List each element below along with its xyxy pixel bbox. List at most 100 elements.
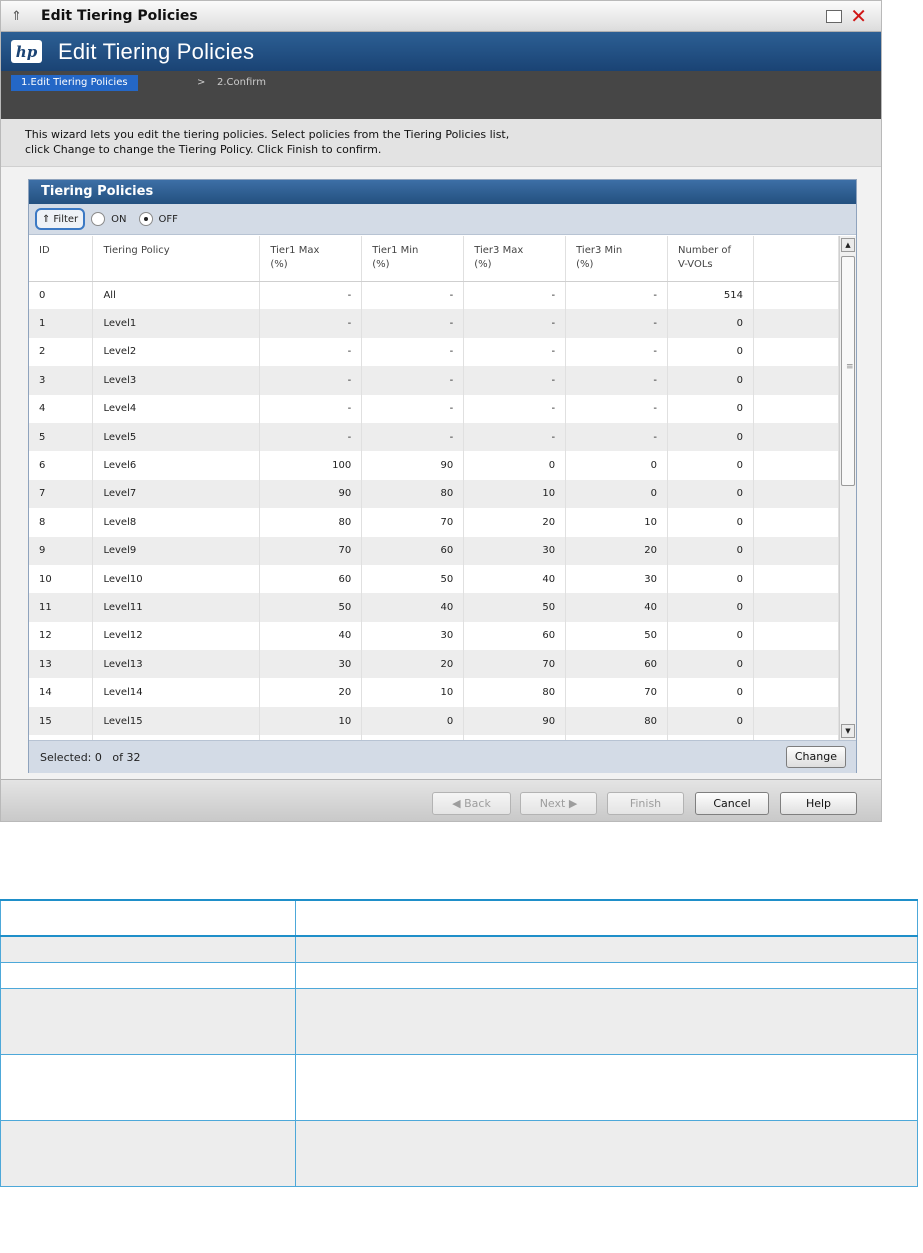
table-row[interactable]: 6 Level6 100 90 0 0 0 <box>29 451 839 480</box>
table-cell <box>753 536 839 565</box>
table-cell: 80 <box>259 508 363 537</box>
finish-button[interactable]: Finish <box>607 792 684 815</box>
table-row[interactable]: 13 Level13 30 20 70 60 0 <box>29 650 839 679</box>
table-cell: 90 <box>463 706 567 736</box>
table-body: 0 All - - - -514 1 Level1- - - -0 2 Level2- - - -0 3 Leve… <box>29 281 839 740</box>
table-cell: 10 <box>259 706 363 736</box>
table-cell: 0 <box>361 706 465 736</box>
table-cell: 100 <box>259 451 363 480</box>
table-cell: Level7 <box>92 479 261 509</box>
table-cell: 70 <box>463 650 567 679</box>
table-cell: 0 <box>667 593 754 622</box>
table-cell: - <box>259 281 363 310</box>
table-cell: 0 <box>667 564 754 594</box>
table-cell: 20 <box>463 508 567 537</box>
selected-label: Selected: <box>40 750 92 764</box>
table-cell: - <box>463 366 567 395</box>
table-cell: 0 <box>667 337 754 367</box>
table-cell: 0 <box>667 706 754 736</box>
table-cell: 70 <box>259 536 363 565</box>
scrollbar-thumb[interactable]: ≡ <box>841 256 855 486</box>
maximize-icon[interactable] <box>826 9 843 23</box>
scroll-up-icon[interactable]: ▲ <box>841 238 855 252</box>
tiering-policies-panel: Tiering Policies ⇑ Filter ON OFF ID Tier… <box>28 179 857 773</box>
table-cell: - <box>565 422 669 452</box>
column-header-id[interactable]: ID <box>29 236 94 282</box>
table-row[interactable]: 2 Level2- - - -0 <box>29 337 839 367</box>
table-cell: - <box>361 309 465 338</box>
total-count: 32 <box>126 750 141 764</box>
vertical-scrollbar[interactable]: ▲ ≡ ▼ <box>839 236 856 740</box>
panel-title: Tiering Policies <box>29 180 856 204</box>
table-row[interactable]: 15 Level15 10 0 90 80 0 <box>29 706 839 736</box>
collapse-icon[interactable]: ⇑ <box>11 9 29 24</box>
table-cell: 11 <box>29 593 94 622</box>
table-cell: 6 <box>29 451 94 480</box>
table-row[interactable]: 8 Level8 80 70 20 10 0 <box>29 508 839 537</box>
wizard-steps: 1.Edit Tiering Policies > 2.Confirm <box>1 71 881 119</box>
table-cell: - <box>259 309 363 338</box>
table-cell: - <box>361 366 465 395</box>
table-cell: - <box>259 422 363 452</box>
table-cell: Level12 <box>92 621 261 651</box>
table-header-row: ID Tiering Policy Tier1 Max (%) Tier1 Min… <box>29 236 839 282</box>
table-row[interactable]: 3 Level3- - - -0 <box>29 366 839 395</box>
filter-off-label: OFF <box>158 213 178 225</box>
table-cell: - <box>361 394 465 423</box>
table-row[interactable]: 1 Level1- - - -0 <box>29 309 839 338</box>
close-icon[interactable]: ✕ <box>850 6 867 26</box>
table-cell: Level9 <box>92 536 261 565</box>
filter-button[interactable]: ⇑ Filter <box>35 208 86 230</box>
table-row[interactable]: 14 Level14 20 10 80 70 0 <box>29 678 839 707</box>
table-row[interactable]: 0 All - - - -514 <box>29 281 839 310</box>
table-row[interactable]: 9 Level9 70 60 30 20 0 <box>29 536 839 565</box>
table-row[interactable]: 11 Level11 50 40 50 40 0 <box>29 593 839 622</box>
column-header-tier1-max[interactable]: Tier1 Max (%) <box>259 236 363 282</box>
table-cell: - <box>565 281 669 310</box>
table-row[interactable]: 10 Level10 60 50 40 30 0 <box>29 564 839 594</box>
help-button[interactable]: Help <box>780 792 857 815</box>
table-cell: 8 <box>29 508 94 537</box>
filter-on-radio[interactable] <box>91 212 106 226</box>
table-cell: 1 <box>29 309 94 338</box>
table-row[interactable]: 7 Level7 90 80 10 0 0 <box>29 479 839 509</box>
table-cell: Level14 <box>92 678 261 707</box>
table-cell: - <box>361 422 465 452</box>
table-cell: Level1 <box>92 309 261 338</box>
column-header-tier3-max[interactable]: Tier3 Max (%) <box>463 236 567 282</box>
column-header-tier3-min[interactable]: Tier3 Min (%) <box>565 236 669 282</box>
scroll-down-icon[interactable]: ▼ <box>841 724 855 738</box>
filter-off-radio[interactable] <box>138 212 153 226</box>
back-button[interactable]: ◀ Back <box>432 792 511 815</box>
table-cell: 4 <box>29 394 94 423</box>
table-cell: 80 <box>565 706 669 736</box>
table-cell: 30 <box>361 621 465 651</box>
table-cell: 60 <box>361 536 465 565</box>
table-cell: 3 <box>29 366 94 395</box>
table-cell: 0 <box>667 508 754 537</box>
next-button[interactable]: Next ▶ <box>520 792 597 815</box>
table-cell: 514 <box>667 281 754 310</box>
wizard-nav-bar: ◀ Back Next ▶ Finish Cancel Help <box>1 779 881 821</box>
table-cell: 0 <box>29 281 94 310</box>
table-cell: 0 <box>667 394 754 423</box>
table-cell: 20 <box>361 650 465 679</box>
table-cell: - <box>463 337 567 367</box>
table-cell: Level8 <box>92 508 261 537</box>
table-cell <box>753 593 839 622</box>
change-button[interactable]: Change <box>785 746 846 768</box>
table-row[interactable]: 12 Level12 40 30 60 50 0 <box>29 621 839 651</box>
table-cell: - <box>259 366 363 395</box>
column-header-tier1-min[interactable]: Tier1 Min (%) <box>361 236 465 282</box>
document-table <box>0 899 918 1187</box>
table-row[interactable]: 4 Level4- - - -0 <box>29 394 839 423</box>
table-row[interactable]: 5 Level5- - - -0 <box>29 422 839 452</box>
table-cell <box>753 678 839 707</box>
table-cell: 0 <box>667 451 754 480</box>
column-header-tiering-policy[interactable]: Tiering Policy <box>92 236 261 282</box>
filter-button-label: Filter <box>53 213 79 225</box>
document-table-row <box>0 1120 918 1187</box>
cancel-button[interactable]: Cancel <box>695 792 769 815</box>
table-cell <box>753 422 839 452</box>
column-header-number-of-vvols[interactable]: Number of V-VOLs <box>667 236 754 282</box>
